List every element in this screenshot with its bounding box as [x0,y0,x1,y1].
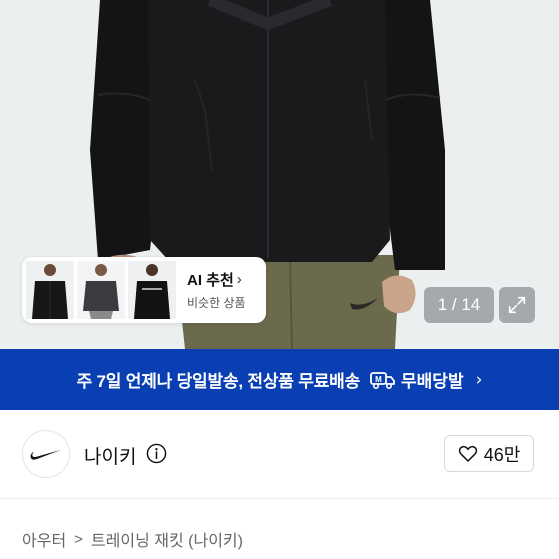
recommendation-thumbnail[interactable] [26,261,74,319]
ai-recommendation-card[interactable]: AI 추천 › 비슷한 상품 [22,257,266,323]
ai-recommendation-text[interactable]: AI 추천 › 비슷한 상품 [187,269,246,311]
delivery-truck-icon: M [370,370,396,390]
breadcrumb-item-outer[interactable]: 아우터 [22,527,66,551]
breadcrumb: 아우터 > 트레이닝 재킷 (나이키) [22,527,243,551]
image-counter: 1 / 14 [424,287,494,323]
expand-icon [508,296,526,314]
svg-text:M: M [375,375,382,384]
banner-text: 주 7일 언제나 당일발송, 전상품 무료배송 [76,372,361,391]
chevron-right-icon: › [475,369,483,390]
product-page: AI 추천 › 비슷한 상품 1 / 14 주 7일 언제나 당일발송, 전상품… [0,0,559,559]
heart-icon [458,445,477,462]
free-shipping-badge: 무배당발 [401,372,464,391]
ai-recommendation-label: AI 추천 [187,272,234,289]
chevron-right-icon: › [236,271,242,288]
expand-button[interactable] [499,287,535,323]
shop-info: 나이키 46만 [0,410,559,498]
divider [0,498,559,499]
ai-recommendation-title: AI 추천 › [187,269,246,290]
recommendation-thumbnail[interactable] [77,261,125,319]
recommendation-thumbnail[interactable] [128,261,176,319]
info-icon[interactable] [146,443,167,464]
shipping-banner[interactable]: 주 7일 언제나 당일발송, 전상품 무료배송 M 무배당발 › [0,349,559,410]
nike-swoosh-icon [30,449,62,460]
like-count: 46만 [483,444,521,465]
shop-avatar[interactable] [22,430,70,478]
ai-recommendation-subtitle: 비슷한 상품 [187,296,246,310]
product-image[interactable]: AI 추천 › 비슷한 상품 1 / 14 [0,0,559,349]
breadcrumb-item-training-jacket[interactable]: 트레이닝 재킷 (나이키) [91,527,243,551]
like-button[interactable]: 46만 [444,435,534,472]
shop-name[interactable]: 나이키 [84,442,136,469]
breadcrumb-separator: > [74,530,83,548]
